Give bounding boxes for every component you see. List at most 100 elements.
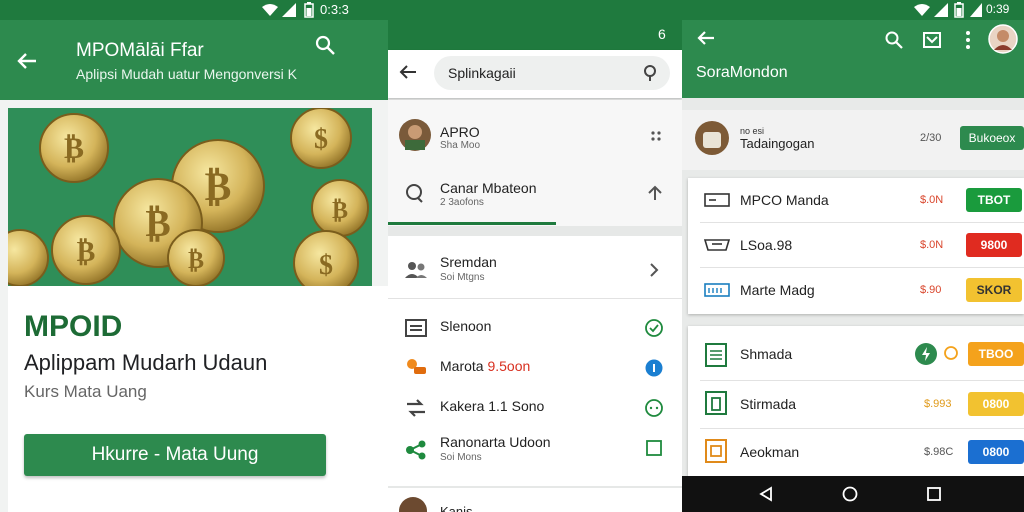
list-icon — [405, 319, 427, 337]
flash-icon[interactable] — [914, 342, 938, 366]
svg-text:₿: ₿ — [145, 203, 170, 245]
bill-icon — [704, 239, 730, 251]
card-icon — [704, 283, 730, 297]
rate-row[interactable]: Shmada TBOO — [688, 332, 1024, 376]
status-bar: 0:39 — [682, 0, 1024, 20]
more-icon[interactable] — [650, 130, 662, 142]
dots-circle-icon[interactable] — [644, 398, 664, 418]
checkbox-icon[interactable] — [644, 438, 664, 458]
avatar[interactable] — [988, 24, 1018, 54]
list-item[interactable]: Ranonarta Udoon Soi Mons — [388, 430, 682, 474]
chevron-right-icon[interactable] — [644, 260, 664, 280]
progress-indicator — [388, 222, 556, 225]
featured-label: Tadaingogan — [740, 136, 815, 151]
rate-pill[interactable]: TBOT — [966, 188, 1022, 212]
share-icon — [406, 440, 426, 460]
search-icon[interactable] — [314, 34, 336, 56]
featured-button[interactable]: Bukoeox — [960, 126, 1024, 150]
tag-icon — [407, 359, 426, 374]
rate-pill[interactable]: 0800 — [968, 392, 1024, 416]
recent-title: Canar Mbateon — [440, 180, 537, 196]
svg-text:$: $ — [314, 124, 328, 155]
subheadline: Kurs Mata Uang — [24, 382, 147, 401]
search-icon[interactable] — [642, 64, 660, 82]
recent-title: APRO — [440, 124, 480, 140]
battery-icon — [304, 2, 314, 18]
rates-screen: 0:39 SoraMondon no esi Tadaingogan 2/30 … — [682, 0, 1024, 512]
battery-icon — [954, 2, 964, 18]
list-item[interactable]: Kakera 1.1 Sono — [388, 390, 682, 426]
bottom-list-item[interactable]: Kanis — [388, 488, 682, 512]
recent-sub: Sha Moo — [440, 140, 481, 151]
search-icon[interactable] — [884, 30, 904, 50]
svg-text:₿: ₿ — [77, 237, 96, 268]
rate-row[interactable]: MPCO Manda $.0N TBOT — [688, 178, 1024, 222]
back-arrow-icon[interactable] — [16, 50, 38, 72]
rate-row[interactable]: LSoa.98 $.0N 9800 — [688, 223, 1024, 267]
list-item[interactable]: Sremdan Soi Mtgns — [388, 244, 682, 296]
wifi-icon — [914, 4, 930, 16]
screen-title: SoraMondon — [696, 64, 788, 81]
bottom-label: Kanis — [440, 504, 473, 512]
nav-back-icon[interactable] — [758, 486, 774, 502]
app-bar: MPOMālāi Ffar Aplipsi Mudah uatur Mengon… — [0, 20, 390, 100]
search-value: Splinkagaii — [448, 65, 516, 81]
item-title: Marota 9.5oon — [440, 358, 531, 374]
featured-row[interactable]: no esi Tadaingogan 2/30 Bukoeox — [682, 110, 1024, 170]
list-item[interactable]: Slenoon — [388, 310, 682, 346]
rate-amount: $.993 — [924, 398, 952, 410]
back-arrow-icon[interactable] — [398, 62, 418, 82]
status-bar: 6 — [388, 0, 682, 50]
svg-text:₿: ₿ — [332, 198, 348, 224]
bill-icon — [704, 193, 730, 207]
rate-label: Aeokman — [740, 444, 800, 460]
svg-text:₿: ₿ — [188, 248, 204, 274]
search-input[interactable]: Splinkagaii — [434, 56, 670, 90]
nav-recents-icon[interactable] — [926, 486, 942, 502]
avatar — [399, 497, 427, 512]
info-dot-icon[interactable] — [644, 358, 664, 378]
rate-row[interactable]: Stirmada $.993 0800 — [688, 382, 1024, 426]
rate-amount: $.0N — [920, 239, 944, 251]
cta-button[interactable]: Hkurre - Mata Uung — [24, 434, 326, 476]
search-screen: 6 Splinkagaii APRO Sha Moo Canar Mbateon… — [388, 0, 682, 512]
signal-icon — [934, 3, 948, 17]
rate-pill[interactable]: TBOO — [968, 342, 1024, 366]
arrow-up-icon[interactable] — [646, 184, 664, 202]
check-circle-icon[interactable] — [644, 318, 664, 338]
people-icon — [405, 262, 427, 278]
rate-pill[interactable]: SKOR — [966, 278, 1022, 302]
brand-name: MPOID — [24, 310, 123, 343]
rate-pill[interactable]: 9800 — [966, 233, 1022, 257]
avatar — [695, 121, 729, 155]
app-composite: 0:3:3 MPOMālāi Ffar Aplipsi Mudah uatur … — [0, 0, 1024, 512]
divider — [700, 380, 1024, 381]
rate-label: Marte Madg — [740, 282, 815, 298]
svg-text:₿: ₿ — [64, 132, 84, 165]
message-icon[interactable] — [922, 30, 942, 50]
recent-item[interactable]: APRO Sha Moo — [388, 114, 682, 160]
back-arrow-icon[interactable] — [696, 28, 716, 48]
rate-label: Shmada — [740, 346, 793, 362]
rate-label: LSoa.98 — [740, 237, 793, 253]
rate-row[interactable]: Marte Madg $.90 SKOR — [688, 268, 1024, 312]
rate-amount: $.0N — [920, 194, 944, 206]
signal-icon — [282, 3, 296, 17]
rate-pill[interactable]: 0800 — [968, 440, 1024, 464]
frame-icon — [705, 391, 727, 415]
divider — [700, 428, 1024, 429]
item-title: Sremdan — [440, 254, 497, 270]
avatar — [399, 119, 431, 151]
more-vert-icon[interactable] — [964, 30, 972, 50]
signal-icon-2 — [970, 3, 982, 17]
exchange-icon — [407, 399, 425, 417]
item-sub: Soi Mtgns — [440, 272, 485, 283]
wifi-icon — [262, 4, 278, 16]
rate-row[interactable]: Aeokman $.98C 0800 — [688, 430, 1024, 474]
nav-home-icon[interactable] — [842, 486, 858, 502]
divider — [388, 298, 682, 299]
recent-item[interactable]: Canar Mbateon 2 3aofons — [388, 172, 682, 218]
list-item[interactable]: Marota 9.5oon — [388, 350, 682, 386]
rates-card: MPCO Manda $.0N TBOT LSoa.98 $.0N 9800 M… — [688, 178, 1024, 314]
rate-label: Stirmada — [740, 396, 797, 412]
